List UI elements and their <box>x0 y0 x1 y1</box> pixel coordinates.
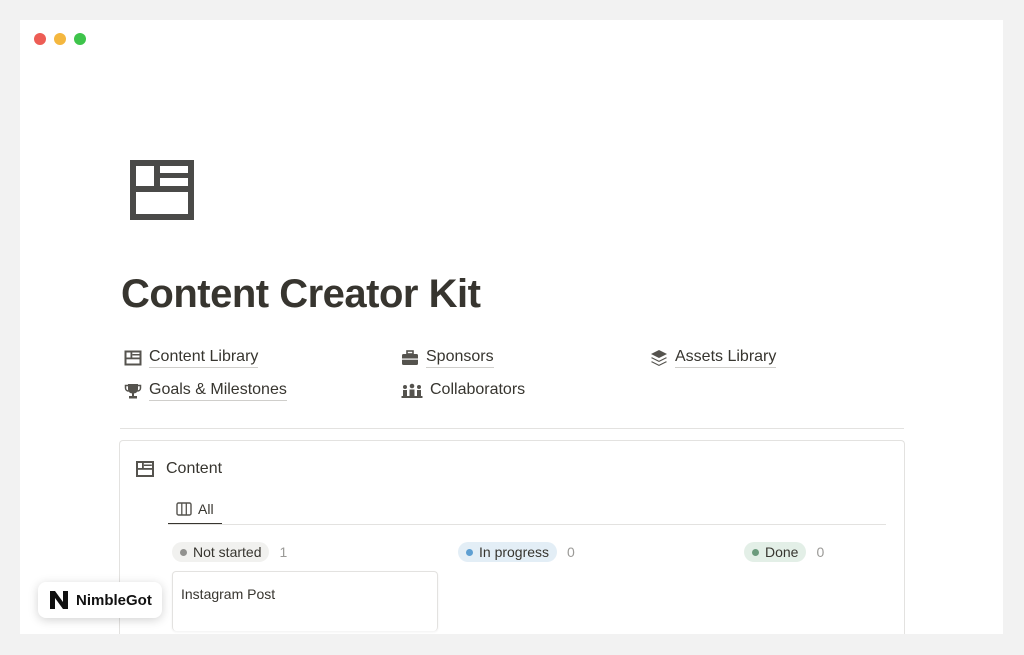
link-label: Assets Library <box>675 347 777 368</box>
group-not-started[interactable]: Not started 1 <box>172 542 287 562</box>
link-label: Content Library <box>149 347 259 368</box>
status-badge: Done <box>744 542 807 562</box>
link-collaborators[interactable]: Collaborators <box>401 380 525 401</box>
page-title: Content Creator Kit <box>121 272 481 316</box>
people-icon <box>401 383 423 398</box>
tab-underline <box>168 524 886 525</box>
layout-icon <box>136 461 154 477</box>
app-window: Content Creator Kit Content Library Spon… <box>20 20 1003 634</box>
board-card[interactable]: Instagram Post <box>172 571 438 631</box>
database-header[interactable]: Content <box>136 460 222 478</box>
group-count: 1 <box>279 544 288 560</box>
watermark-text: NimbleGot <box>76 591 152 609</box>
link-content-library[interactable]: Content Library <box>124 347 259 368</box>
tab-label: All <box>198 501 214 517</box>
status-badge: In progress <box>458 542 558 562</box>
minimize-window-button[interactable] <box>54 33 66 45</box>
group-in-progress[interactable]: In progress 0 <box>458 542 575 562</box>
window-controls <box>34 33 86 45</box>
maximize-window-button[interactable] <box>74 33 86 45</box>
layout-icon <box>124 350 142 365</box>
board-icon <box>176 502 192 516</box>
link-goals-milestones[interactable]: Goals & Milestones <box>124 380 287 401</box>
status-dot <box>752 548 759 556</box>
tab-all[interactable]: All <box>168 495 222 525</box>
status-label: Not started <box>193 544 262 560</box>
page-links: Content Library Sponsors Assets Library <box>124 347 804 417</box>
link-sponsors[interactable]: Sponsors <box>401 347 494 368</box>
window-layout-icon[interactable] <box>130 160 194 220</box>
content-database: Content All Not started 1 In progress 0 <box>119 440 905 634</box>
database-title: Content <box>166 460 223 477</box>
link-label: Collaborators <box>430 381 526 398</box>
watermark-badge: NimbleGot <box>38 582 162 618</box>
briefcase-icon <box>402 349 418 365</box>
status-badge: Not started <box>172 542 270 562</box>
status-dot <box>466 548 473 556</box>
status-label: Done <box>765 544 799 560</box>
layers-icon <box>651 349 667 366</box>
close-window-button[interactable] <box>34 33 46 45</box>
trophy-icon <box>124 383 142 398</box>
divider <box>120 428 904 429</box>
card-title: Instagram Post <box>181 586 276 602</box>
link-label: Sponsors <box>426 347 494 368</box>
nimblegot-logo-icon <box>50 591 68 609</box>
group-count: 0 <box>816 544 825 560</box>
group-count: 0 <box>567 544 575 560</box>
link-label: Goals & Milestones <box>149 380 287 401</box>
status-label: In progress <box>479 544 550 560</box>
group-done[interactable]: Done 0 <box>744 542 824 562</box>
status-dot <box>180 548 187 556</box>
link-assets-library[interactable]: Assets Library <box>650 347 777 368</box>
